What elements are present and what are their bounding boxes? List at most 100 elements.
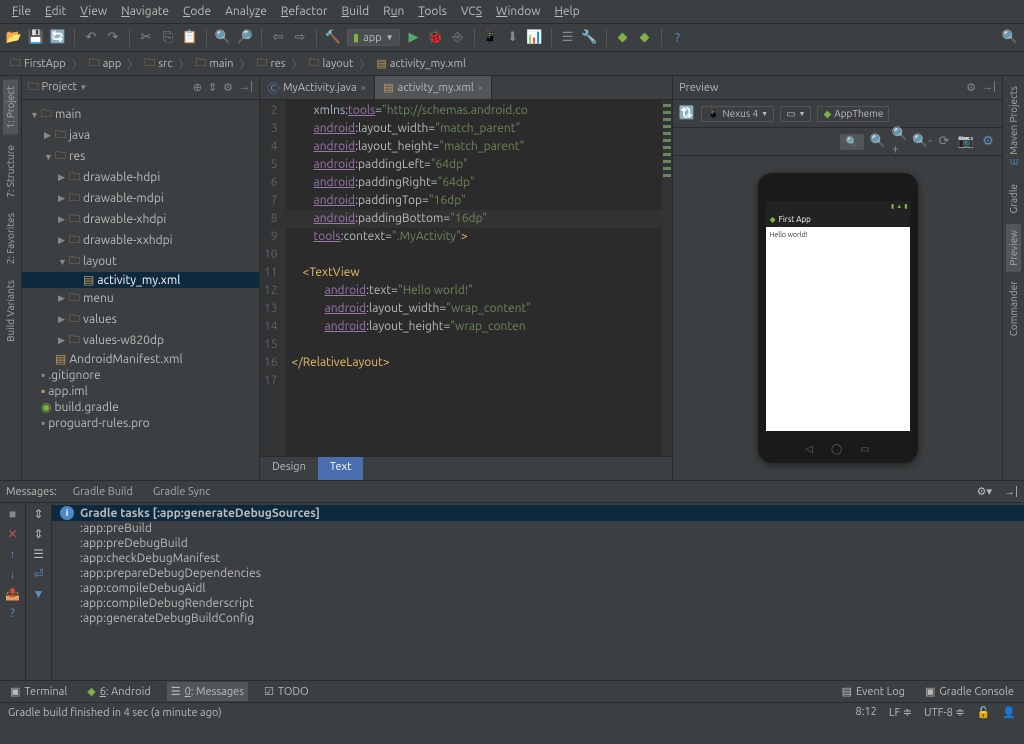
sdk-icon[interactable]: ⬇ [505, 30, 521, 46]
wrap-icon[interactable]: ⏎ [33, 567, 43, 581]
tree-build-gradle[interactable]: ◉build.gradle [22, 399, 259, 415]
structure-icon[interactable]: ☰ [560, 30, 576, 46]
up-icon[interactable]: ↑ [10, 547, 16, 561]
down-icon[interactable]: ↓ [10, 567, 16, 581]
btab-todo[interactable]: ☑TODO [260, 682, 313, 701]
menu-view[interactable]: View [74, 2, 113, 21]
refresh-icon[interactable]: 🔃 [679, 106, 695, 122]
menu-edit[interactable]: Edit [39, 2, 72, 21]
sidetab-gradle[interactable]: Gradle [1006, 178, 1021, 220]
android-icon-2[interactable]: ◆ [615, 30, 631, 46]
avd-icon[interactable]: 📱 [483, 30, 499, 46]
code-editor[interactable]: 234567891011121314151617 xmlns:tools="ht… [260, 100, 672, 456]
tree-main[interactable]: ▼🗀main [22, 104, 259, 125]
gradle-sync-tab[interactable]: Gradle Sync [149, 483, 214, 501]
cut-icon[interactable]: ✂ [138, 30, 154, 46]
screenshot-icon[interactable]: 📷 [958, 134, 974, 150]
tab-xml[interactable]: ▤activity_my.xml× [375, 76, 492, 99]
sidetab-favorites[interactable]: 2: Favorites [3, 207, 18, 270]
settings-icon[interactable]: 🔧 [582, 30, 598, 46]
hide-icon[interactable]: →| [982, 81, 996, 94]
help-icon[interactable]: ? [10, 607, 15, 620]
refresh-icon[interactable]: ⟳ [936, 134, 952, 150]
back-icon[interactable]: ⇦ [270, 30, 286, 46]
android-icon-3[interactable]: ◆ [637, 30, 653, 46]
sidetab-build-variants[interactable]: Build Variants [3, 274, 18, 348]
crumb-6[interactable]: ▤activity_my.xml [372, 57, 470, 70]
theme-selector[interactable]: ◆AppTheme [817, 106, 889, 122]
sidetab-preview[interactable]: Preview [1006, 224, 1021, 272]
menu-code[interactable]: Code [177, 2, 217, 21]
menu-help[interactable]: Help [549, 2, 586, 21]
msg-item[interactable]: :app:generateDebugBuildConfig [52, 611, 1024, 626]
status-pos[interactable]: 8:12 [856, 706, 877, 719]
stop-icon[interactable]: ■ [9, 507, 16, 521]
msg-item[interactable]: :app:prepareDebugDependencies [52, 566, 1024, 581]
btab-android[interactable]: ◆6: Android [83, 682, 154, 701]
autoscroll-icon[interactable]: ☰ [33, 547, 44, 561]
device-selector[interactable]: 📱Nexus 4▼ [701, 106, 774, 122]
status-enc[interactable]: UTF-8 ≑ [924, 706, 965, 719]
tree-drawable-mdpi[interactable]: ▶🗀drawable-mdpi [22, 188, 259, 209]
tree-app-iml[interactable]: ▪app.iml [22, 383, 259, 399]
undo-icon[interactable]: ↶ [83, 30, 99, 46]
menu-vcs[interactable]: VCS [455, 2, 488, 21]
open-icon[interactable]: 📂 [6, 30, 22, 46]
tree-drawable-xxhdpi[interactable]: ▶🗀drawable-xxhdpi [22, 230, 259, 251]
monitor-icon[interactable]: 📊 [527, 30, 543, 46]
messages-list[interactable]: iGradle tasks [:app:generateDebugSources… [52, 503, 1024, 680]
msg-item[interactable]: :app:checkDebugManifest [52, 551, 1024, 566]
crumb-0[interactable]: 🗀FirstApp [6, 54, 70, 73]
expand-icon[interactable]: ⇕ [33, 507, 43, 521]
menu-navigate[interactable]: Navigate [115, 2, 175, 21]
tree-drawable-hdpi[interactable]: ▶🗀drawable-hdpi [22, 167, 259, 188]
btab-event-log[interactable]: ▤Event Log [838, 682, 909, 701]
btab-gradle-console[interactable]: ▣Gradle Console [921, 682, 1018, 701]
target-icon[interactable]: ⊕ [193, 81, 202, 94]
run-config-selector[interactable]: ▮ app ▼ [347, 29, 400, 46]
btab-terminal[interactable]: ▣Terminal [6, 682, 71, 701]
sidetab-project[interactable]: 1: Project [3, 80, 18, 135]
msg-item[interactable]: :app:compileDebugAidl [52, 581, 1024, 596]
forward-icon[interactable]: ⇨ [292, 30, 308, 46]
crumb-1[interactable]: 🗀app [85, 54, 126, 73]
sidetab-maven[interactable]: m Maven Projects [1006, 80, 1021, 174]
crumb-4[interactable]: 🗀res [252, 54, 289, 73]
run-icon[interactable]: ▶ [406, 30, 422, 46]
menu-file[interactable]: File [6, 2, 37, 21]
make-icon[interactable]: 🔨 [325, 30, 341, 46]
save-icon[interactable]: 💾 [28, 30, 44, 46]
menu-build[interactable]: Build [336, 2, 376, 21]
hector-icon[interactable]: 👤 [1002, 706, 1016, 719]
menu-window[interactable]: Window [490, 2, 546, 21]
hide-icon[interactable]: →| [239, 81, 253, 94]
filter-icon[interactable]: ▼ [33, 587, 45, 601]
gear-icon[interactable]: ⚙ [223, 81, 233, 94]
search-icon[interactable]: 🔍 [1002, 30, 1018, 46]
tree-proguard[interactable]: ▪proguard-rules.pro [22, 415, 259, 431]
zoom-actual-icon[interactable]: 🔍 [870, 134, 886, 150]
attach-icon[interactable]: ⎆ [450, 30, 466, 46]
msg-item[interactable]: :app:preDebugBuild [52, 536, 1024, 551]
tree-drawable-xhdpi[interactable]: ▶🗀drawable-xhdpi [22, 209, 259, 230]
collapse-icon[interactable]: ⇕ [33, 527, 43, 541]
tree-values-w820dp[interactable]: ▶🗀values-w820dp [22, 330, 259, 351]
sidetab-commander[interactable]: Commander [1006, 275, 1021, 342]
gear-icon[interactable]: ⚙▾ [977, 485, 992, 498]
tree-menu[interactable]: ▶🗀menu [22, 288, 259, 309]
error-stripe[interactable] [662, 100, 672, 456]
tree-res[interactable]: ▼🗀res [22, 146, 259, 167]
close-icon[interactable]: × [478, 82, 484, 93]
status-sep[interactable]: LF ≑ [889, 706, 912, 719]
hide-icon[interactable]: →| [1004, 486, 1018, 498]
close-icon[interactable]: ✕ [7, 527, 17, 541]
orientation-selector[interactable]: ▭▼ [780, 106, 811, 122]
find-icon[interactable]: 🔍 [215, 30, 231, 46]
zoom-fit-icon[interactable]: 🔍 [840, 134, 864, 150]
msg-item[interactable]: :app:compileDebugRenderscript [52, 596, 1024, 611]
msg-item[interactable]: :app:preBuild [52, 521, 1024, 536]
tab-java[interactable]: ⒸMyActivity.java× [260, 76, 375, 99]
tree-gitignore[interactable]: ▪.gitignore [22, 367, 259, 383]
help-icon[interactable]: ? [670, 30, 686, 46]
debug-icon[interactable]: 🐞 [428, 30, 444, 46]
